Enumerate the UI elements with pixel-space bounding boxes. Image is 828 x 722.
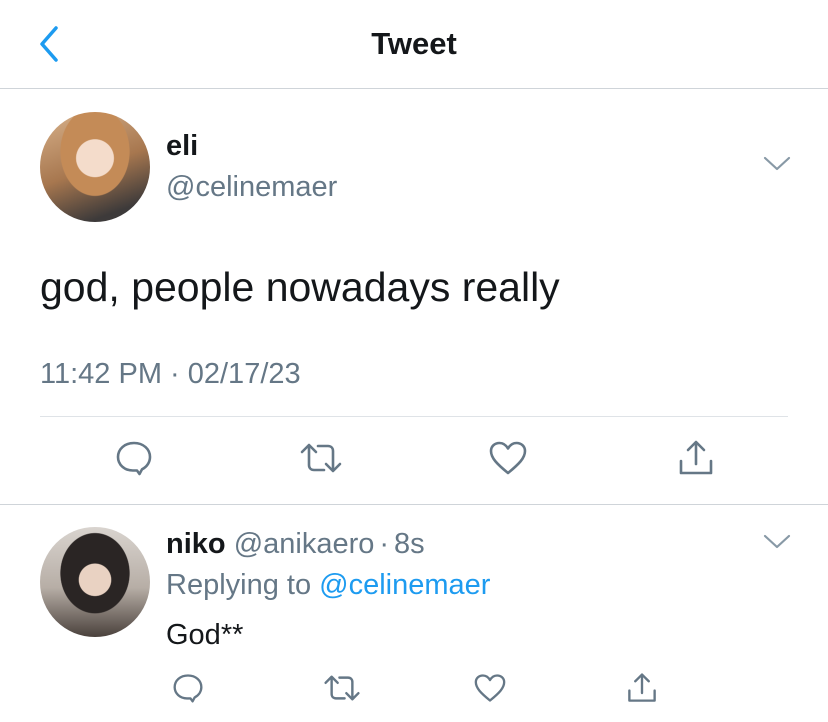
reply-icon <box>115 440 153 481</box>
replying-mention-link[interactable]: @celinemaer <box>319 569 490 601</box>
reply-separator: · <box>379 528 390 560</box>
reply-text: God** <box>166 619 244 651</box>
retweet-button[interactable] <box>299 438 343 482</box>
reply-share-button[interactable] <box>620 668 664 712</box>
reply-time: 8s <box>394 528 425 560</box>
reply-menu-button[interactable] <box>762 533 792 555</box>
chevron-down-icon <box>763 156 791 177</box>
author-handle[interactable]: @celinemaer <box>166 170 337 204</box>
divider <box>40 416 788 417</box>
share-icon <box>677 439 715 482</box>
like-button[interactable] <box>486 438 530 482</box>
reply-avatar[interactable] <box>40 527 150 637</box>
tweet-text: god, people nowadays really <box>40 264 560 310</box>
share-icon <box>626 672 658 709</box>
chevron-down-icon <box>763 534 791 555</box>
heart-icon <box>488 440 528 481</box>
header-divider <box>0 88 828 89</box>
retweet-icon <box>299 441 343 480</box>
reply-header: niko @anikaero · 8s <box>166 527 425 561</box>
tweet-menu-button[interactable] <box>762 155 792 177</box>
retweet-icon <box>323 673 361 708</box>
reply-icon <box>172 673 204 708</box>
replying-to-line: Replying to @celinemaer <box>166 568 490 602</box>
reply-author-name[interactable]: niko <box>166 528 226 560</box>
heart-icon <box>473 673 507 708</box>
tweet-timestamp[interactable]: 11:42 PM · 02/17/23 <box>40 357 301 391</box>
reply-retweet-button[interactable] <box>320 668 364 712</box>
replying-label: Replying to <box>166 569 312 601</box>
reply-like-button[interactable] <box>468 668 512 712</box>
section-divider <box>0 504 828 505</box>
share-button[interactable] <box>674 438 718 482</box>
avatar[interactable] <box>40 112 150 222</box>
reply-button[interactable] <box>112 438 156 482</box>
author-name[interactable]: eli <box>166 129 198 163</box>
page-title: Tweet <box>371 26 457 61</box>
reply-author-handle[interactable]: @anikaero <box>234 528 375 560</box>
reply-reply-button[interactable] <box>166 668 210 712</box>
